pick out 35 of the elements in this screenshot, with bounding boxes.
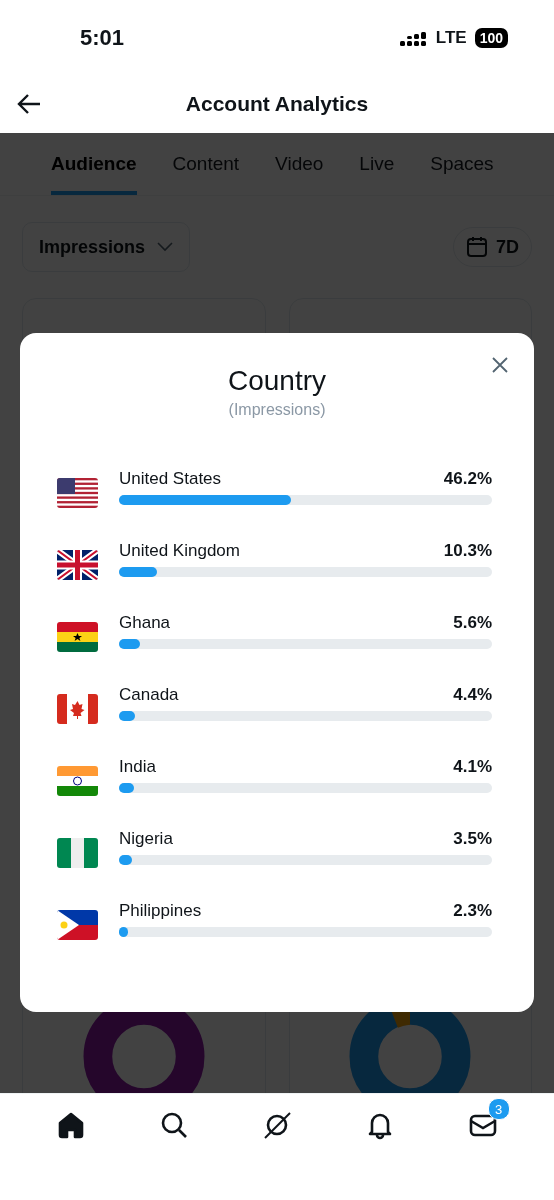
- flag-icon: [57, 478, 98, 508]
- country-percent: 4.4%: [453, 685, 492, 705]
- flag-icon: [57, 838, 98, 868]
- page-title: Account Analytics: [185, 92, 369, 116]
- flag-icon: [57, 622, 98, 652]
- battery-indicator: 100: [474, 27, 508, 48]
- country-name: Philippines: [119, 901, 202, 921]
- flag-icon: [57, 694, 98, 724]
- tab[interactable]: Spaces: [430, 133, 494, 195]
- modal-subtitle: (Impressions): [228, 401, 326, 419]
- country-percent: 2.3%: [453, 901, 492, 921]
- close-button[interactable]: [490, 355, 510, 375]
- country-percent: 46.2%: [443, 469, 492, 489]
- tab[interactable]: Content: [172, 133, 240, 195]
- country-name: Ghana: [119, 613, 171, 633]
- slashed-circle-icon: [262, 1110, 292, 1140]
- country-percent: 3.5%: [453, 829, 492, 849]
- tab[interactable]: Video: [275, 133, 324, 195]
- flag-icon: [57, 550, 98, 580]
- country-name: United Kingdom: [119, 541, 240, 561]
- unread-badge: 3: [487, 1098, 510, 1120]
- country-percent: 5.6%: [453, 613, 492, 633]
- modal-title: Country: [227, 365, 326, 397]
- tab[interactable]: Live: [359, 133, 395, 195]
- country-name: India: [119, 757, 156, 777]
- country-percent: 4.1%: [453, 757, 492, 777]
- country-name: Canada: [119, 685, 179, 705]
- country-name: United States: [119, 469, 222, 489]
- network-label: LTE: [435, 27, 467, 48]
- flag-icon: [57, 910, 98, 940]
- status-time: 5:01: [80, 24, 125, 51]
- country-name: Nigeria: [119, 829, 173, 849]
- flag-icon: [57, 766, 98, 796]
- country-percent: 10.3%: [443, 541, 492, 561]
- nav-button[interactable]: [262, 1110, 292, 1140]
